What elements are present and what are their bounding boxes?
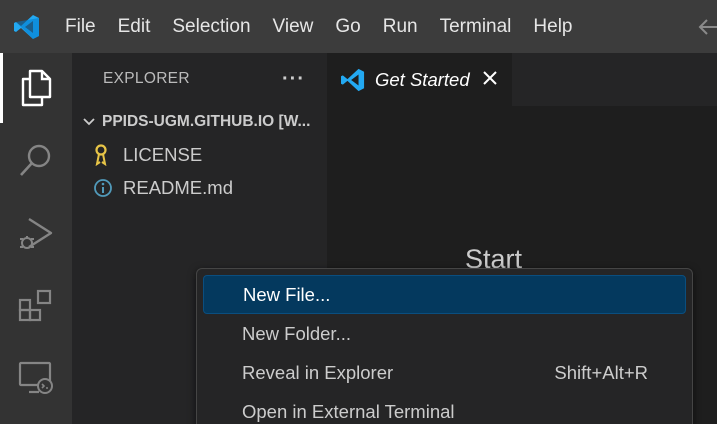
- context-menu: New File... New Folder... Reveal in Expl…: [196, 268, 693, 424]
- menu-item-new-folder[interactable]: New Folder...: [203, 314, 686, 353]
- workspace-folder-label: PPIDS-UGM.GITHUB.IO [W...: [102, 112, 311, 130]
- files-icon: [21, 69, 52, 107]
- menu-view[interactable]: View: [262, 0, 325, 53]
- menu-item-open-external-terminal[interactable]: Open in External Terminal: [203, 392, 686, 424]
- menu-item-label: New Folder...: [242, 322, 351, 344]
- remote-explorer-activity-button[interactable]: [0, 343, 72, 413]
- menu-selection[interactable]: Selection: [161, 0, 261, 53]
- menu-item-new-file[interactable]: New File...: [203, 275, 686, 314]
- chevron-down-icon: [78, 114, 100, 130]
- run-debug-activity-button[interactable]: [0, 199, 72, 269]
- extensions-activity-button[interactable]: [0, 271, 72, 341]
- vscode-logo-icon: [0, 0, 54, 53]
- back-arrow-icon[interactable]: [697, 14, 717, 40]
- tab-label: Get Started: [375, 68, 470, 90]
- activity-bar: [0, 53, 72, 424]
- info-icon: [93, 178, 123, 198]
- title-bar: File Edit Selection View Go Run Terminal…: [0, 0, 717, 53]
- menu-file[interactable]: File: [54, 0, 107, 53]
- explorer-activity-button[interactable]: [0, 53, 72, 123]
- extensions-icon: [18, 289, 52, 322]
- menu-edit[interactable]: Edit: [107, 0, 162, 53]
- workspace-folder[interactable]: PPIDS-UGM.GITHUB.IO [W...: [72, 105, 327, 138]
- vscode-window: File Edit Selection View Go Run Terminal…: [0, 0, 717, 424]
- search-icon: [20, 144, 51, 176]
- file-item-readme[interactable]: README.md: [72, 171, 327, 204]
- remote-explorer-icon: [18, 361, 53, 394]
- menu-item-shortcut: Shift+Alt+R: [554, 361, 648, 383]
- menu-item-label: New File...: [243, 283, 331, 305]
- menu-help[interactable]: Help: [522, 0, 583, 53]
- search-activity-button[interactable]: [0, 125, 72, 195]
- file-name: README.md: [123, 176, 233, 198]
- explorer-title: EXPLORER: [103, 70, 190, 87]
- license-key-icon: [93, 143, 123, 166]
- menu-item-reveal-in-explorer[interactable]: Reveal in Explorer Shift+Alt+R: [203, 353, 686, 392]
- editor-tabs: Get Started: [327, 53, 717, 106]
- vscode-logo-icon: [341, 68, 375, 92]
- more-actions-icon[interactable]: ···: [282, 68, 305, 91]
- menu-bar: File Edit Selection View Go Run Terminal…: [54, 0, 584, 53]
- menu-run[interactable]: Run: [372, 0, 429, 53]
- file-name: LICENSE: [123, 143, 203, 165]
- menu-go[interactable]: Go: [324, 0, 371, 53]
- file-item-license[interactable]: LICENSE: [72, 138, 327, 171]
- run-debug-icon: [20, 217, 53, 249]
- explorer-header: EXPLORER ···: [72, 53, 327, 105]
- menu-item-label: Open in External Terminal: [242, 400, 455, 422]
- tab-get-started[interactable]: Get Started: [327, 53, 512, 106]
- menu-terminal[interactable]: Terminal: [429, 0, 523, 53]
- menu-item-label: Reveal in Explorer: [242, 361, 394, 383]
- close-icon[interactable]: [480, 68, 500, 88]
